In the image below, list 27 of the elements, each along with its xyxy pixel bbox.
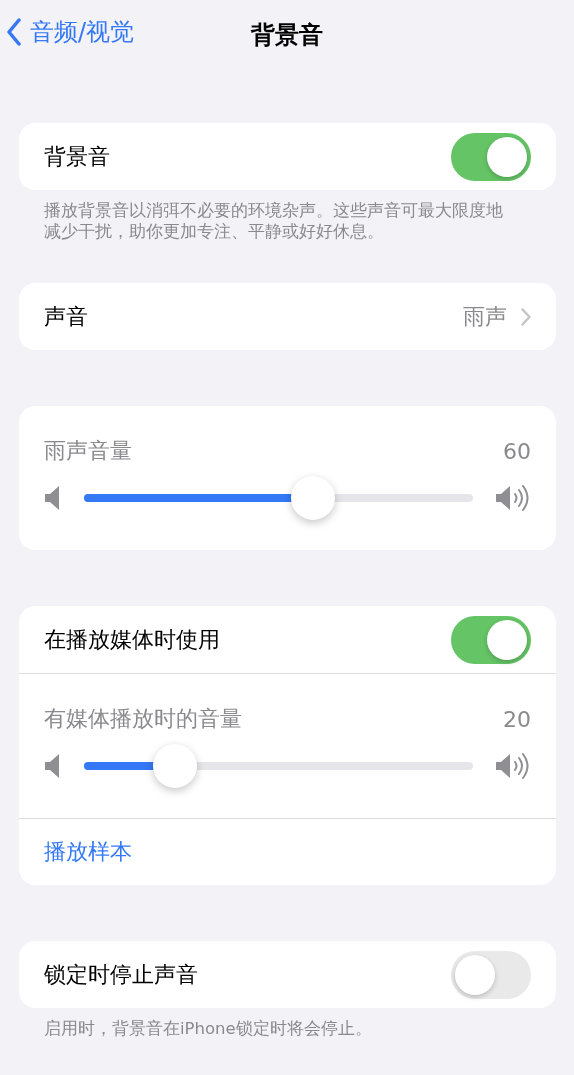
play-sample-link[interactable]: 播放样本 (44, 837, 132, 867)
slider-thumb[interactable] (291, 476, 335, 520)
speaker-high-icon (495, 484, 531, 512)
slider-value: 20 (503, 706, 531, 732)
slider-label: 有媒体播放时的音量 (44, 705, 242, 733)
setting-value[interactable]: 雨声 (463, 301, 507, 332)
speaker-low-icon (44, 485, 62, 511)
slider-label: 雨声音量 (44, 437, 132, 465)
toggle-switch[interactable] (451, 615, 531, 664)
slider-value: 60 (503, 438, 531, 464)
setting-label: 声音 (44, 302, 88, 331)
page-title: 背景音 (251, 20, 323, 51)
slider-thumb[interactable] (153, 744, 197, 788)
volume-slider[interactable] (84, 744, 473, 788)
speaker-high-icon (495, 752, 531, 780)
toggle-switch[interactable] (451, 950, 531, 999)
back-button[interactable]: 音频/视觉 (6, 16, 135, 48)
section-footer: 播放背景音以消弭不必要的环境杂声。这些声音可最大限度地减少干扰，助你更加专注、平静或好好休息。 (19, 190, 556, 242)
setting-label: 背景音 (44, 142, 110, 171)
section-footer: 启用时，背景音在iPhone锁定时将会停止。 (19, 1008, 556, 1039)
toggle-switch[interactable] (451, 132, 531, 181)
speaker-low-icon (44, 753, 62, 779)
setting-label: 锁定时停止声音 (44, 960, 198, 989)
chevron-right-icon (521, 307, 531, 326)
back-chevron-icon (6, 18, 22, 46)
setting-label: 在播放媒体时使用 (44, 625, 220, 654)
volume-slider[interactable] (84, 476, 473, 520)
